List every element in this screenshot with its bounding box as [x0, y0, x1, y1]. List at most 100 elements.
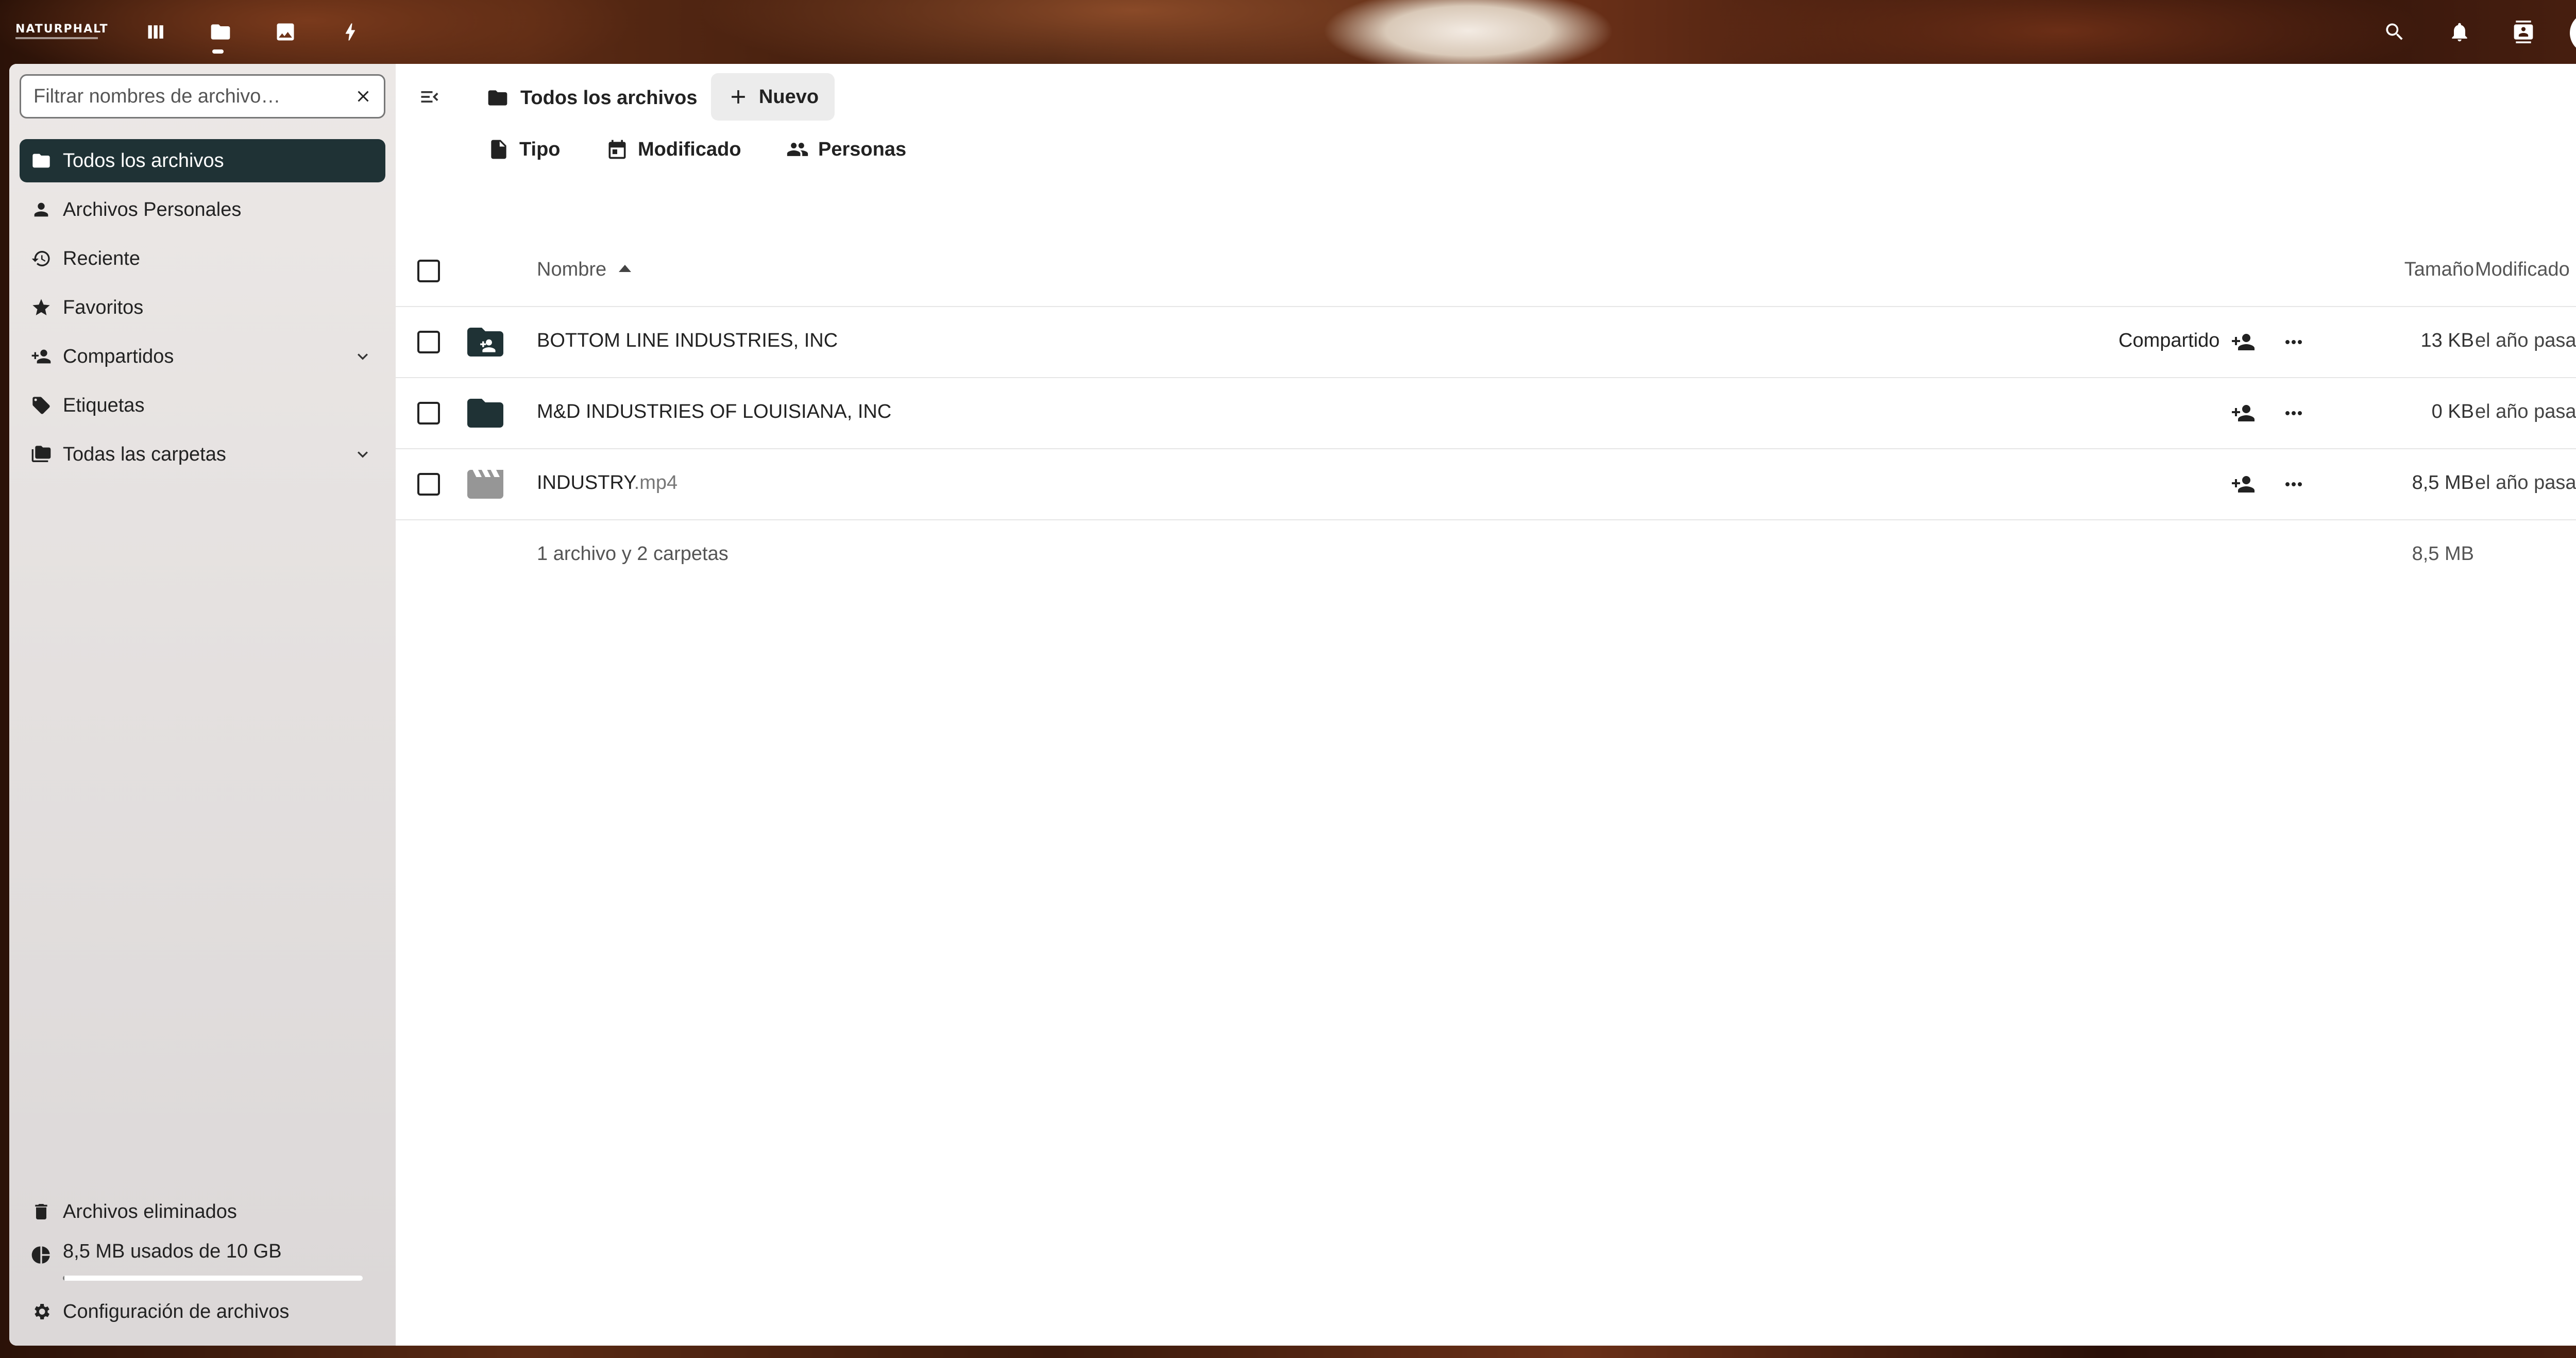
divider [396, 448, 2576, 449]
sidebar-item-label: Reciente [63, 247, 140, 269]
storage-quota[interactable]: 8,5 MB usados de 10 GB [20, 1233, 385, 1275]
share-icon[interactable] [2227, 326, 2260, 359]
star-icon [20, 297, 63, 318]
sidebar-item-label: Etiquetas [63, 394, 145, 416]
contacts-icon[interactable] [2507, 15, 2540, 48]
user-avatar[interactable]: A [2570, 12, 2576, 54]
filter-input[interactable] [33, 85, 343, 108]
shared-label[interactable]: Compartido [2119, 330, 2219, 352]
filter-modified-button[interactable]: Modificado [606, 129, 741, 170]
row-checkbox[interactable] [417, 331, 440, 353]
video-file-icon[interactable] [464, 463, 507, 506]
sidebar-item-personal-files[interactable]: Archivos Personales [20, 188, 385, 231]
sidebar-item-all-folders[interactable]: Todas las carpetas [20, 433, 385, 476]
sidebar-item-label: Todos los archivos [63, 149, 224, 172]
folder-icon [20, 150, 63, 171]
column-header-size[interactable]: Tamaño [2371, 259, 2474, 281]
dashboard-icon[interactable] [140, 15, 173, 48]
sidebar-item-label: Configuración de archivos [63, 1300, 290, 1322]
sidebar-item-label: Todas las carpetas [63, 443, 226, 465]
more-actions-icon[interactable] [2277, 468, 2310, 501]
chevron-down-icon[interactable] [352, 346, 373, 367]
shared-folder-icon[interactable] [464, 320, 507, 364]
pie-chart-icon [20, 1241, 63, 1265]
files-summary: 1 archivo y 2 carpetas [537, 543, 728, 565]
sidebar-item-favorites[interactable]: Favoritos [20, 286, 385, 329]
search-icon[interactable] [2378, 15, 2411, 48]
folder-icon[interactable] [464, 392, 507, 435]
share-icon[interactable] [2227, 397, 2260, 430]
top-header: NATURPHALT A [0, 0, 2576, 64]
file-modified: el año pasado [2475, 401, 2576, 422]
calendar-icon [608, 140, 626, 159]
column-header-name[interactable]: Nombre [537, 259, 632, 281]
sort-ascending-icon [619, 264, 632, 272]
filter-type-label: Tipo [519, 138, 561, 160]
filter-field[interactable] [20, 74, 385, 118]
sidebar-item-label: Archivos Personales [63, 198, 242, 220]
filter-people-label: Personas [818, 138, 907, 160]
bell-icon[interactable] [2443, 15, 2476, 48]
filter-modified-label: Modificado [638, 138, 741, 160]
filter-people-button[interactable]: Personas [786, 129, 906, 170]
breadcrumb-label: Todos los archivos [520, 87, 698, 109]
total-size: 8,5 MB [2412, 543, 2474, 565]
new-button-label: Nuevo [758, 86, 819, 108]
new-button[interactable]: Nuevo [711, 73, 835, 121]
file-modified: el año pasado [2475, 472, 2576, 494]
photos-icon[interactable] [269, 15, 302, 48]
divider [396, 306, 2576, 307]
navigation-sidebar: Todos los archivos Archivos Personales R… [9, 64, 396, 1346]
file-icon [491, 140, 506, 159]
menu-toggle-icon[interactable] [414, 81, 445, 112]
sidebar-item-label: Archivos eliminados [63, 1200, 237, 1223]
file-extension: .mp4 [634, 472, 678, 494]
user-icon [20, 199, 63, 220]
close-icon[interactable] [352, 85, 375, 108]
trash-icon [20, 1201, 63, 1222]
chevron-down-icon[interactable] [352, 444, 373, 465]
file-size: 13 KB [2420, 330, 2474, 351]
activity-icon[interactable] [334, 15, 367, 48]
select-all-checkbox[interactable] [417, 260, 440, 282]
quota-progress-fill [63, 1276, 64, 1281]
share-icon[interactable] [2227, 468, 2260, 501]
sidebar-item-shared[interactable]: Compartidos [20, 335, 385, 378]
sidebar-item-recent[interactable]: Reciente [20, 237, 385, 280]
folders-icon [20, 444, 63, 465]
row-checkbox[interactable] [417, 473, 440, 496]
more-actions-icon[interactable] [2277, 397, 2310, 430]
brand-logo[interactable]: NATURPHALT [15, 23, 109, 36]
people-icon [787, 143, 808, 156]
brand-logo-underline [15, 37, 98, 39]
tag-icon [20, 395, 63, 416]
sidebar-item-settings[interactable]: Configuración de archivos [20, 1290, 385, 1333]
file-name[interactable]: BOTTOM LINE INDUSTRIES, INC [537, 330, 838, 352]
more-actions-icon[interactable] [2277, 326, 2310, 359]
file-name[interactable]: INDUSTRY.mp4 [537, 472, 677, 494]
sidebar-item-tags[interactable]: Etiquetas [20, 384, 385, 427]
active-app-indicator [212, 49, 224, 54]
file-modified: el año pasado [2475, 330, 2576, 351]
plus-icon [732, 90, 745, 104]
breadcrumb[interactable]: Todos los archivos [486, 83, 697, 112]
sidebar-item-all-files[interactable]: Todos los archivos [20, 139, 385, 182]
column-header-modified[interactable]: Modificado [2475, 259, 2570, 281]
files-main: Todos los archivos Nuevo Tipo Modificado… [396, 64, 2576, 1346]
divider [396, 519, 2576, 520]
file-size: 0 KB [2431, 401, 2474, 422]
history-icon [20, 248, 63, 269]
gear-icon [20, 1301, 63, 1322]
filter-type-button[interactable]: Tipo [487, 129, 561, 170]
quota-label: 8,5 MB usados de 10 GB [63, 1241, 282, 1262]
sidebar-item-label: Favoritos [63, 296, 144, 318]
files-icon[interactable] [204, 15, 237, 48]
share-icon [20, 346, 63, 367]
quota-progress-bar [63, 1276, 363, 1281]
divider [396, 377, 2576, 378]
sidebar-item-trash[interactable]: Archivos eliminados [20, 1190, 385, 1233]
file-name[interactable]: M&D INDUSTRIES OF LOUISIANA, INC [537, 401, 891, 423]
folder-icon [488, 90, 507, 106]
files-app: Todos los archivos Archivos Personales R… [9, 64, 2576, 1346]
row-checkbox[interactable] [417, 402, 440, 425]
